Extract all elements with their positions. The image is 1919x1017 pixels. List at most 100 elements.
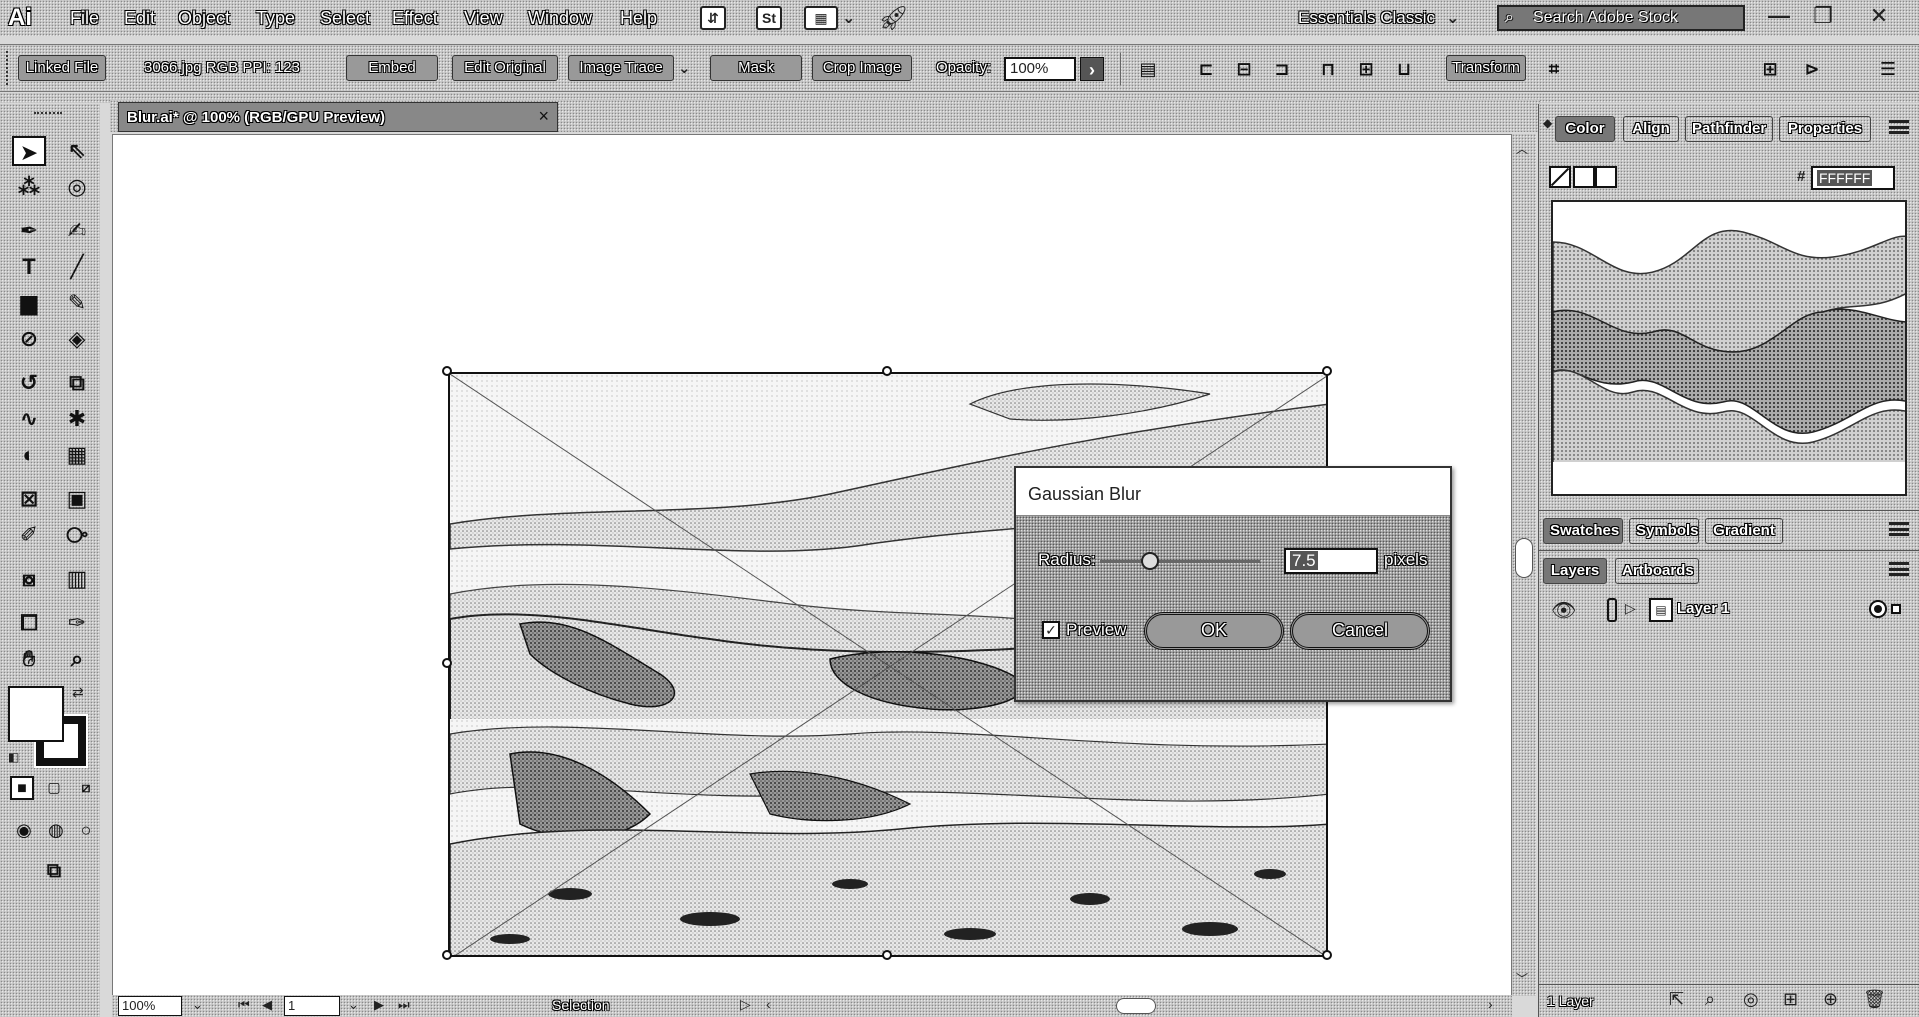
tab-gradient[interactable]: Gradient [1705, 518, 1783, 544]
menu-window[interactable]: Window [528, 8, 592, 29]
artboard-number-input[interactable]: 1 [284, 996, 340, 1016]
preview-checkbox[interactable]: ✓ [1042, 621, 1060, 639]
draw-inside-icon[interactable]: ○ [74, 818, 98, 844]
eye-visibility-icon[interactable]: 👁︎ [1551, 598, 1576, 623]
menu-file[interactable]: File [70, 8, 99, 29]
white-color-icon[interactable] [1573, 166, 1595, 188]
selection-handle[interactable] [1322, 950, 1332, 960]
slice-tool-icon[interactable]: ✑ [60, 608, 94, 638]
target-icon[interactable] [1869, 600, 1887, 618]
perspective-grid-tool-icon[interactable]: ▦ [60, 440, 94, 470]
ok-button[interactable]: OK [1144, 612, 1284, 650]
none-mode-icon[interactable]: ⧄ [74, 776, 98, 800]
close-icon[interactable]: ✕ [1862, 2, 1896, 32]
preview-label[interactable]: Preview [1066, 620, 1126, 640]
tab-align[interactable]: Align [1623, 116, 1679, 142]
selection-handle[interactable] [882, 366, 892, 376]
shaper-tool-icon[interactable]: ⊘ [12, 324, 46, 354]
draw-normal-icon[interactable]: ◉ [10, 818, 38, 844]
panel-menu-icon[interactable] [1889, 120, 1909, 134]
rectangle-tool-icon[interactable]: ▆ [12, 288, 46, 318]
radius-slider-knob[interactable] [1140, 552, 1159, 570]
default-fill-stroke-icon[interactable]: ◧ [8, 750, 19, 764]
draw-behind-icon[interactable]: ◍ [42, 818, 70, 844]
chevron-down-icon[interactable]: ⌄ [678, 59, 691, 77]
curvature-tool-icon[interactable]: ✍ [60, 216, 94, 246]
lock-toggle-icon[interactable] [1607, 598, 1617, 622]
none-color-icon[interactable] [1549, 166, 1571, 188]
transform-link[interactable]: Transform [1446, 55, 1526, 81]
last-artboard-icon[interactable]: ⏭︎ [398, 997, 410, 1013]
hex-color-input[interactable]: FFFFFF [1811, 166, 1895, 190]
puppet-warp-tool-icon[interactable]: ✱ [60, 404, 94, 434]
hand-tool-icon[interactable]: ✋︎ [12, 644, 46, 674]
scroll-left-icon[interactable]: ‹ [766, 996, 771, 1012]
export-icon[interactable]: ⇱ [1669, 989, 1684, 1010]
chevron-down-icon[interactable]: ⌄ [842, 8, 855, 28]
lasso-tool-icon[interactable]: ◎ [60, 172, 94, 202]
direct-selection-tool-icon[interactable]: ⇖ [60, 136, 94, 166]
cancel-button[interactable]: Cancel [1290, 612, 1430, 650]
pen-tool-icon[interactable]: ✒ [12, 216, 46, 246]
tab-symbols[interactable]: Symbols [1629, 518, 1699, 544]
align-to-icon[interactable]: ▤ [1136, 57, 1160, 81]
tab-artboards[interactable]: Artboards [1615, 558, 1699, 584]
trash-icon[interactable]: 🗑︎ [1863, 989, 1886, 1010]
vertical-scrollbar[interactable]: ︿ ﹀ [1512, 134, 1536, 996]
eyedropper-tool-icon[interactable]: ✐ [12, 520, 46, 550]
menu-type[interactable]: Type [256, 8, 295, 29]
opacity-input[interactable]: 100% [1004, 57, 1076, 81]
panel-collapse-icon[interactable]: ◆ [1543, 116, 1552, 130]
tab-properties[interactable]: Properties [1779, 116, 1871, 142]
locate-object-icon[interactable]: ⌕ [1705, 989, 1715, 1010]
layer-name[interactable]: Layer 1 [1677, 600, 1730, 617]
scale-tool-icon[interactable]: ⧉ [60, 368, 94, 398]
crop-image-button[interactable]: Crop Image [812, 55, 912, 81]
menu-view[interactable]: View [464, 8, 503, 29]
scroll-right-icon[interactable]: › [1488, 996, 1493, 1012]
zoom-input[interactable]: 100% [118, 996, 182, 1016]
selection-handle[interactable] [442, 950, 452, 960]
edit-shape-icon[interactable]: ⊳ [1800, 57, 1824, 81]
clipping-mask-icon[interactable]: ◎ [1743, 989, 1759, 1010]
new-layer-icon[interactable]: ⊕ [1823, 989, 1838, 1010]
gradient-tool-icon[interactable]: ▣ [60, 484, 94, 514]
isolate-icon[interactable]: ⊞ [1758, 57, 1782, 81]
blend-tool-icon[interactable]: ⧂ [60, 520, 94, 550]
menu-edit[interactable]: Edit [124, 8, 155, 29]
vertical-scroll-thumb[interactable] [1515, 538, 1533, 578]
new-sublayer-icon[interactable]: ⊞ [1783, 989, 1798, 1010]
first-artboard-icon[interactable]: ⏮︎ [238, 997, 250, 1013]
scroll-up-icon[interactable]: ︿ [1516, 140, 1528, 157]
stock-search-input[interactable]: ⌕ Search Adobe Stock [1497, 5, 1745, 31]
horizontal-scroll-thumb[interactable] [1116, 998, 1156, 1014]
selection-handle[interactable] [1322, 366, 1332, 376]
swap-fill-stroke-icon[interactable]: ⇄ [72, 684, 84, 701]
mesh-tool-icon[interactable]: ⊠ [12, 484, 46, 514]
image-trace-button[interactable]: Image Trace [568, 55, 674, 81]
linked-file-link[interactable]: Linked File [18, 55, 106, 81]
selection-handle[interactable] [442, 658, 452, 668]
align-right-icon[interactable]: ⊐ [1270, 57, 1294, 81]
selection-handle[interactable] [442, 366, 452, 376]
align-top-icon[interactable]: ⊓ [1316, 57, 1340, 81]
warp-tool-icon[interactable]: ∿ [12, 404, 46, 434]
dialog-titlebar[interactable]: Gaussian Blur [1016, 468, 1450, 516]
grip-icon[interactable] [6, 51, 12, 85]
zoom-tool-icon[interactable]: ⌕ [60, 644, 94, 674]
shape-builder-tool-icon[interactable]: ◐ [12, 440, 46, 470]
chevron-down-icon[interactable]: ⌄ [192, 997, 203, 1013]
next-artboard-icon[interactable]: ▶︎ [374, 997, 384, 1013]
radius-slider[interactable] [1100, 552, 1260, 570]
panel-menu-icon[interactable] [1889, 522, 1909, 536]
align-bottom-icon[interactable]: ⊔ [1392, 57, 1416, 81]
type-tool-icon[interactable]: T [12, 252, 46, 282]
color-mode-icon[interactable]: ■ [10, 776, 34, 800]
embed-button[interactable]: Embed [346, 55, 438, 81]
menu-effect[interactable]: Effect [392, 8, 438, 29]
align-left-icon[interactable]: ⊏ [1194, 57, 1218, 81]
black-color-icon[interactable] [1595, 166, 1617, 188]
restore-icon[interactable]: ❐ [1806, 2, 1840, 32]
edit-original-button[interactable]: Edit Original [452, 55, 558, 81]
document-tab[interactable]: Blur.ai* @ 100% (RGB/GPU Preview) × [118, 102, 558, 132]
